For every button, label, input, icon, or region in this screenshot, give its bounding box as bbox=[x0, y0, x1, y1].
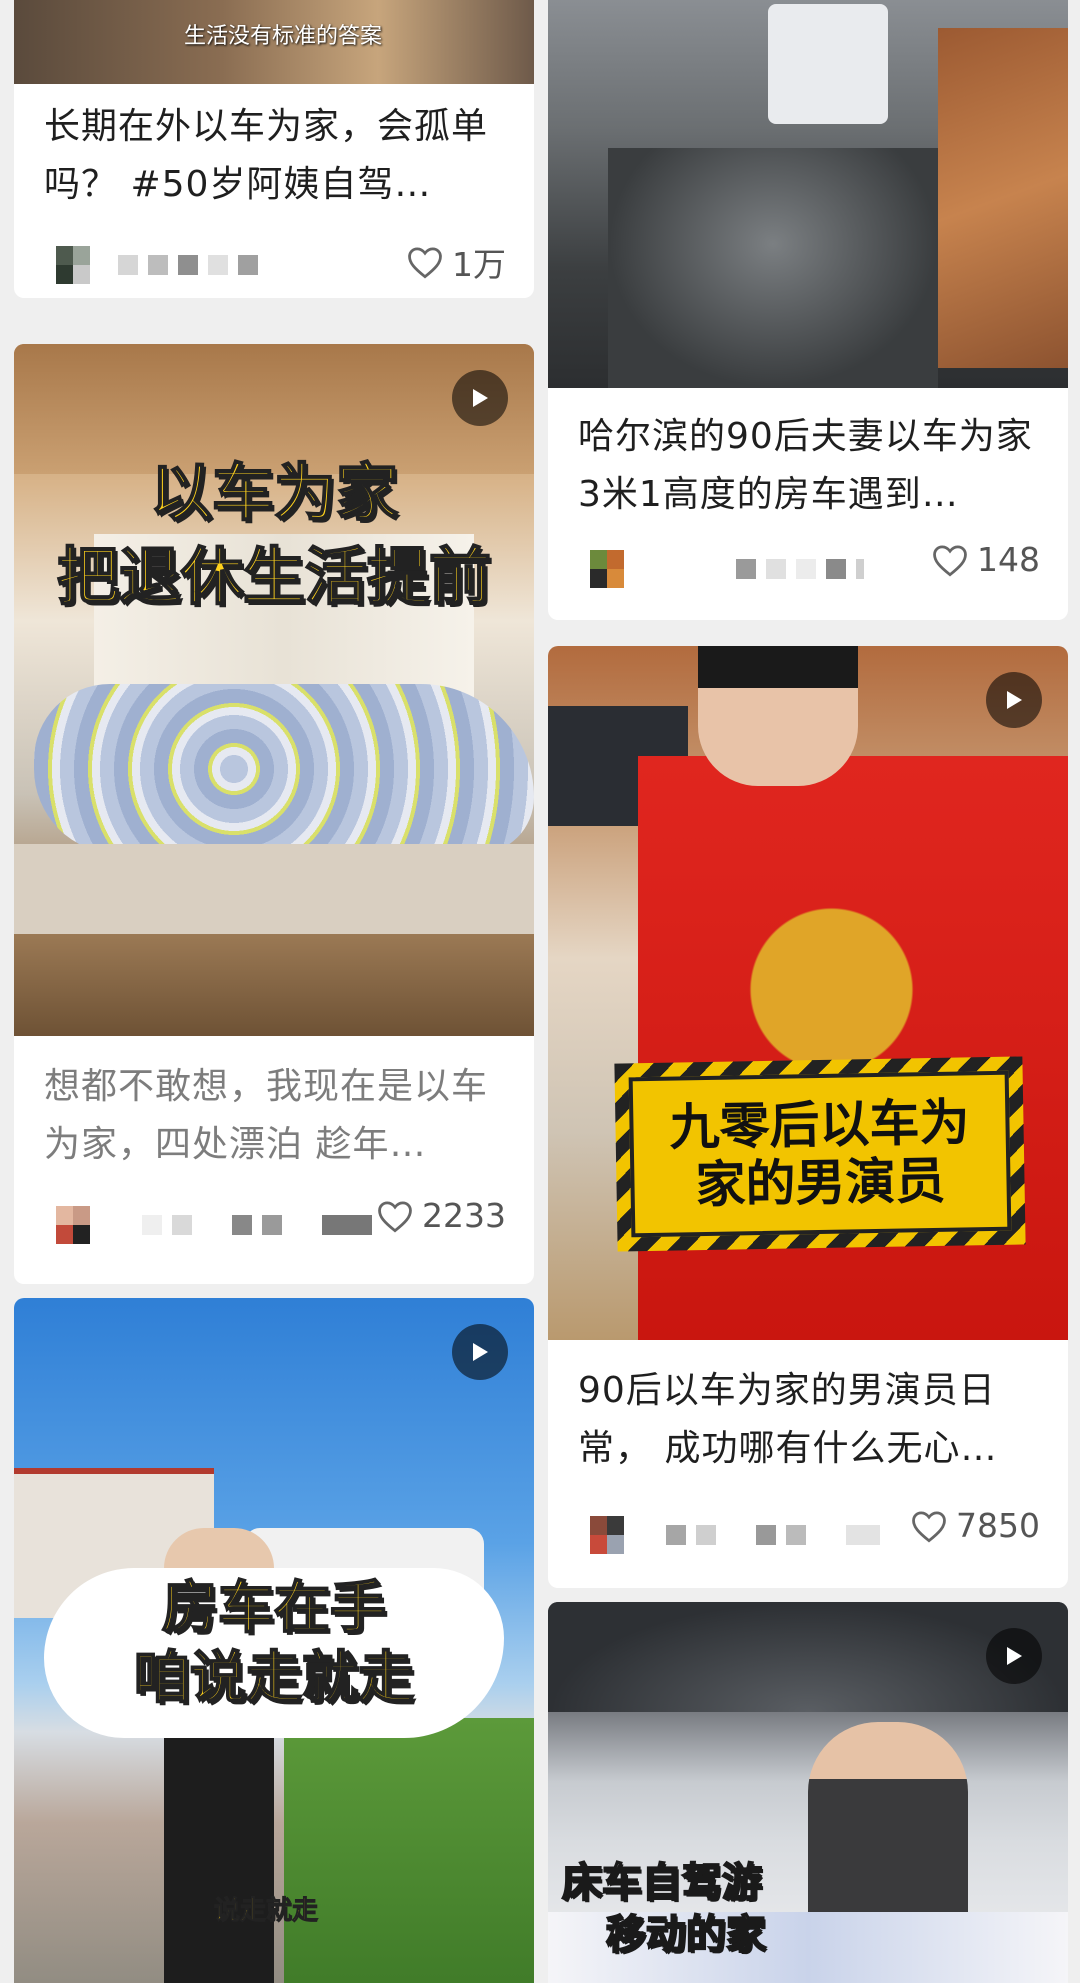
thumb-overlay-title: 九零后以车为 bbox=[669, 1093, 970, 1157]
like-button[interactable]: 1万 bbox=[406, 238, 506, 286]
avatar[interactable] bbox=[56, 246, 90, 284]
thumb-overlay-subtitle: 把退休生活提前 bbox=[56, 539, 492, 614]
rv-vehicle bbox=[768, 4, 888, 124]
thumb-overlay-title: 以车为家 bbox=[149, 455, 399, 530]
sitting-person bbox=[808, 1722, 968, 1942]
author-info[interactable] bbox=[56, 1206, 372, 1244]
like-button[interactable]: 7850 bbox=[910, 1506, 1040, 1545]
play-icon[interactable] bbox=[452, 1324, 508, 1380]
actor-head bbox=[698, 646, 858, 786]
feed-grid: 生活没有标准的答案 长期在外以车为家，会孤单吗？ #50岁阿姨自驾… 1万 哈尔… bbox=[0, 0, 1080, 1983]
like-button[interactable]: 2233 bbox=[376, 1196, 506, 1235]
thumb-overlay-sign: 九零后以车为 家的男演员 bbox=[614, 1056, 1026, 1252]
bed bbox=[14, 844, 534, 934]
card-title[interactable]: 想都不敢想，我现在是以车为家，四处漂泊 趁年… bbox=[44, 1058, 510, 1174]
play-icon[interactable] bbox=[986, 1628, 1042, 1684]
feed-card[interactable]: 房车在手 咱说走就走 说走就走 bbox=[14, 1298, 534, 1983]
like-count: 1万 bbox=[452, 245, 506, 284]
card-title[interactable]: 哈尔滨的90后夫妻以车为家 3米1高度的房车遇到… bbox=[578, 408, 1044, 524]
thumb-overlay-subtitle: 咱说走就走 bbox=[133, 1645, 415, 1712]
actor-red-robe bbox=[638, 756, 1068, 1340]
like-count: 148 bbox=[977, 540, 1040, 579]
card-thumbnail[interactable]: 以车为家 把退休生活提前 bbox=[14, 344, 534, 1036]
heart-outline-icon bbox=[378, 1200, 412, 1232]
author-name[interactable] bbox=[142, 1215, 372, 1235]
thumb-caption: 生活没有标准的答案 bbox=[184, 24, 383, 49]
grass bbox=[284, 1718, 534, 1983]
like-count: 7850 bbox=[956, 1506, 1040, 1545]
railing bbox=[938, 28, 1068, 368]
thumb-overlay-title: 床车自驾游 bbox=[561, 1859, 763, 1907]
feed-card[interactable]: 生活没有标准的答案 长期在外以车为家，会孤单吗？ #50岁阿姨自驾… 1万 bbox=[14, 0, 534, 298]
feed-card[interactable]: 哈尔滨的90后夫妻以车为家 3米1高度的房车遇到… 148 bbox=[548, 0, 1068, 620]
card-title[interactable]: 90后以车为家的男演员日常， 成功哪有什么无心… bbox=[578, 1362, 1044, 1478]
card-thumbnail[interactable]: 床车自驾游 移动的家 bbox=[548, 1602, 1068, 1983]
author-name[interactable] bbox=[736, 559, 864, 579]
play-icon[interactable] bbox=[452, 370, 508, 426]
author-info[interactable] bbox=[56, 246, 258, 284]
avatar[interactable] bbox=[590, 550, 624, 588]
feed-card[interactable]: 床车自驾游 移动的家 bbox=[548, 1602, 1068, 1983]
author-name[interactable] bbox=[666, 1525, 880, 1545]
play-icon[interactable] bbox=[986, 672, 1042, 728]
thumb-overlay-subtitle: 家的男演员 bbox=[695, 1151, 946, 1215]
card-thumbnail[interactable]: 九零后以车为 家的男演员 bbox=[548, 646, 1068, 1340]
like-count: 2233 bbox=[422, 1196, 506, 1235]
thumb-overlay-subtitle: 移动的家 bbox=[605, 1911, 767, 1959]
heart-outline-icon bbox=[912, 1510, 946, 1542]
avatar[interactable] bbox=[590, 1516, 624, 1554]
feed-card[interactable]: 九零后以车为 家的男演员 90后以车为家的男演员日常， 成功哪有什么无心… 78… bbox=[548, 646, 1068, 1588]
avatar[interactable] bbox=[56, 1206, 90, 1244]
heart-outline-icon bbox=[408, 247, 442, 279]
card-thumbnail[interactable] bbox=[548, 0, 1068, 388]
like-button[interactable]: 148 bbox=[931, 540, 1040, 579]
card-title[interactable]: 长期在外以车为家，会孤单吗？ #50岁阿姨自驾… bbox=[44, 98, 510, 214]
wet-road bbox=[608, 148, 938, 388]
author-info[interactable] bbox=[590, 1516, 880, 1554]
thumb-subcaption: 说走就走 bbox=[213, 1896, 319, 1927]
author-info[interactable] bbox=[590, 550, 864, 588]
feed-card[interactable]: 以车为家 把退休生活提前 想都不敢想，我现在是以车为家，四处漂泊 趁年… 223… bbox=[14, 344, 534, 1284]
sleeping-person bbox=[34, 684, 534, 854]
card-thumbnail[interactable]: 房车在手 咱说走就走 说走就走 bbox=[14, 1298, 534, 1983]
card-thumbnail[interactable]: 生活没有标准的答案 bbox=[14, 0, 534, 84]
heart-outline-icon bbox=[933, 544, 967, 576]
author-name[interactable] bbox=[118, 255, 258, 275]
thumb-overlay-title: 房车在手 bbox=[161, 1575, 387, 1642]
